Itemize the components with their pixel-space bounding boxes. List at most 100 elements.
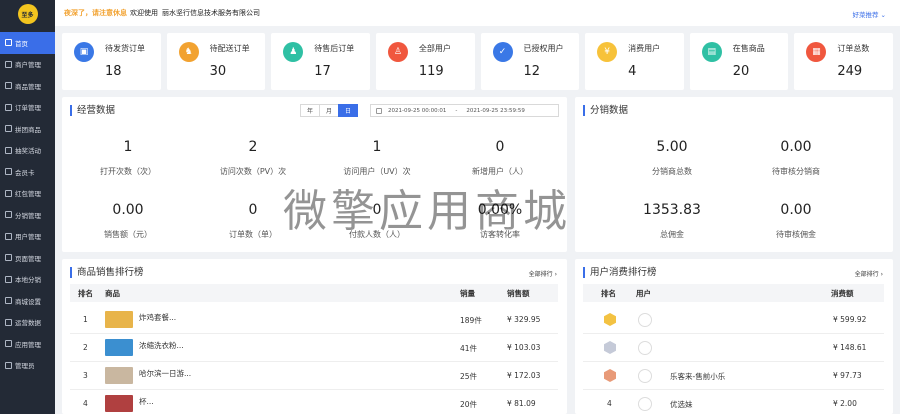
sidebar-item[interactable]: 管理员 — [0, 355, 55, 377]
sidebar-item[interactable]: 分销管理 — [0, 204, 55, 226]
table-row[interactable]: 4 杯... 20件 ¥ 81.09 — [70, 390, 558, 414]
metric-value: 0.00 — [780, 202, 812, 218]
sidebar-item[interactable]: 首页 — [0, 32, 55, 54]
menu-icon — [5, 318, 12, 326]
user-avatar — [638, 369, 652, 383]
sidebar-item[interactable]: 运营数据 — [0, 312, 55, 334]
metric-value: 2 — [248, 139, 258, 155]
user-rank-more-link[interactable]: 全部排行 › — [855, 269, 883, 278]
period-tab[interactable]: 日 — [338, 104, 358, 117]
rank-number: 2 — [83, 343, 88, 352]
sidebar-item[interactable]: 页面管理 — [0, 247, 55, 269]
date-range-picker[interactable]: 2021-09-25 00:00:01 - 2021-09-25 23:59:5… — [370, 104, 559, 117]
distribution-title: 分销数据 — [583, 105, 628, 116]
business-metric: 0.00 销售额（元） — [73, 202, 183, 240]
stat-label: 待配送订单 — [209, 44, 250, 53]
sidebar-item-label: 应用管理 — [15, 340, 41, 349]
business-title: 经营数据 — [70, 105, 115, 116]
sidebar-item-label: 红包管理 — [15, 190, 41, 199]
user-name: 优选妹 — [670, 400, 693, 409]
product-amount: ¥ 329.95 — [507, 315, 541, 324]
menu-icon — [5, 232, 12, 240]
stat-card[interactable]: ♞ 待配送订单 30 — [166, 33, 266, 90]
welcome-text: 欢迎使用 — [130, 9, 158, 17]
business-panel: 经营数据 年月日 2021-09-25 00:00:01 - 2021-09-2… — [62, 97, 567, 252]
box-icon: ▣ — [74, 42, 94, 62]
rank-medal-icon — [604, 369, 616, 382]
metric-label: 待审核佣金 — [776, 230, 816, 239]
table-row[interactable]: ¥ 599.92 — [583, 306, 884, 334]
stat-value: 12 — [523, 64, 541, 79]
business-metric: 0.00% 访客转化率 — [445, 202, 555, 240]
col-user-rank: 排名 — [601, 289, 616, 298]
product-qty: 41件 — [460, 344, 478, 353]
stat-value: 18 — [105, 64, 122, 79]
order-icon: ▦ — [806, 42, 827, 62]
stat-label: 在售商品 — [732, 44, 765, 53]
rank-number: 3 — [83, 371, 88, 380]
stat-label: 已授权用户 — [523, 44, 564, 53]
metric-label: 付款人数（人） — [349, 230, 405, 239]
sidebar-item[interactable]: 商户管理 — [0, 54, 55, 76]
product-thumbnail — [105, 311, 133, 328]
sidebar-item-label: 分销管理 — [15, 211, 41, 220]
user-icon: ♙ — [387, 42, 408, 62]
period-tab[interactable]: 年 — [300, 104, 320, 117]
table-row[interactable]: 2 浓缩洗衣粉... 41件 ¥ 103.03 — [70, 334, 558, 362]
col-qty: 销量 — [460, 289, 475, 298]
sidebar-item[interactable]: 应用管理 — [0, 333, 55, 355]
period-tab[interactable]: 月 — [319, 104, 339, 117]
sidebar-item[interactable]: 红包管理 — [0, 183, 55, 205]
stat-value: 119 — [418, 64, 444, 79]
stat-card[interactable]: ✓ 已授权用户 12 — [480, 33, 580, 90]
sidebar-item[interactable]: 订单管理 — [0, 97, 55, 119]
stat-card[interactable]: ♙ 全部用户 119 — [375, 33, 475, 90]
menu-icon — [5, 189, 12, 197]
top-header: 夜深了，请注意休息 欢迎使用 丽水坚行信息技术服务有限公司 好菜推荐 ⌄ — [55, 0, 900, 26]
menu-icon — [5, 211, 12, 219]
table-row[interactable]: 乐客来-售前小乐 ¥ 97.73 — [583, 362, 884, 390]
sidebar-item[interactable]: 用户管理 — [0, 226, 55, 248]
sidebar-item-label: 拼团商品 — [15, 125, 41, 134]
stat-card[interactable]: ¥ 消费用户 4 — [585, 33, 684, 90]
stat-card[interactable]: ▦ 订单总数 249 — [794, 33, 893, 90]
stat-card[interactable]: ▣ 待发货订单 18 — [62, 33, 161, 90]
coin-icon: ¥ — [597, 42, 618, 62]
stat-value: 4 — [628, 64, 637, 79]
app-logo[interactable]: 至多 — [17, 4, 38, 24]
col-product: 商品 — [105, 289, 120, 298]
col-spend: 消费额 — [831, 289, 854, 298]
user-spend: ¥ 599.92 — [833, 315, 867, 324]
sidebar-item[interactable]: 商品管理 — [0, 75, 55, 97]
table-row[interactable]: ¥ 148.61 — [583, 334, 884, 362]
date-end: 2021-09-25 23:59:59 — [466, 107, 525, 114]
sidebar-item[interactable]: 会员卡 — [0, 161, 55, 183]
table-row[interactable]: 1 炸鸡套餐... 189件 ¥ 329.95 — [70, 306, 558, 334]
table-row[interactable]: 3 哈尔滨一日游... 25件 ¥ 172.03 — [70, 362, 558, 390]
logo-text: 至多 — [21, 11, 34, 19]
recommend-link[interactable]: 好菜推荐 ⌄ — [852, 9, 886, 19]
rank-number: 4 — [607, 399, 612, 408]
sidebar-item[interactable]: 商城设置 — [0, 290, 55, 312]
stat-card[interactable]: ▤ 在售商品 20 — [689, 33, 789, 90]
distribution-metric: 1353.83 总佣金 — [617, 202, 727, 240]
metric-value: 0.00 — [780, 139, 812, 155]
product-name: 哈尔滨一日游... — [139, 369, 192, 378]
sidebar-item[interactable]: 拼团商品 — [0, 118, 55, 140]
calendar-icon — [376, 107, 382, 114]
scooter-icon: ♞ — [178, 42, 199, 62]
menu-icon — [5, 361, 12, 369]
service-icon: ♟ — [283, 42, 304, 62]
sidebar-item[interactable]: 本地分销 — [0, 269, 55, 291]
stat-value: 249 — [837, 64, 863, 79]
menu-icon — [5, 275, 12, 283]
table-row[interactable]: 4 优选妹 ¥ 2.00 — [583, 390, 884, 414]
metric-value: 1353.83 — [643, 202, 701, 218]
sidebar-item-label: 会员卡 — [15, 168, 35, 177]
stat-card[interactable]: ♟ 待售后订单 17 — [271, 33, 370, 90]
sidebar: 至多 首页 商户管理 商品管理订单管理拼团商品抽奖活动会员卡红包管理分销管理用户管理… — [0, 0, 55, 414]
sidebar-item-label: 商城设置 — [15, 297, 41, 306]
product-rank-more-link[interactable]: 全部排行 › — [529, 269, 557, 278]
sidebar-item-label: 订单管理 — [15, 104, 41, 113]
sidebar-item[interactable]: 抽奖活动 — [0, 140, 55, 162]
